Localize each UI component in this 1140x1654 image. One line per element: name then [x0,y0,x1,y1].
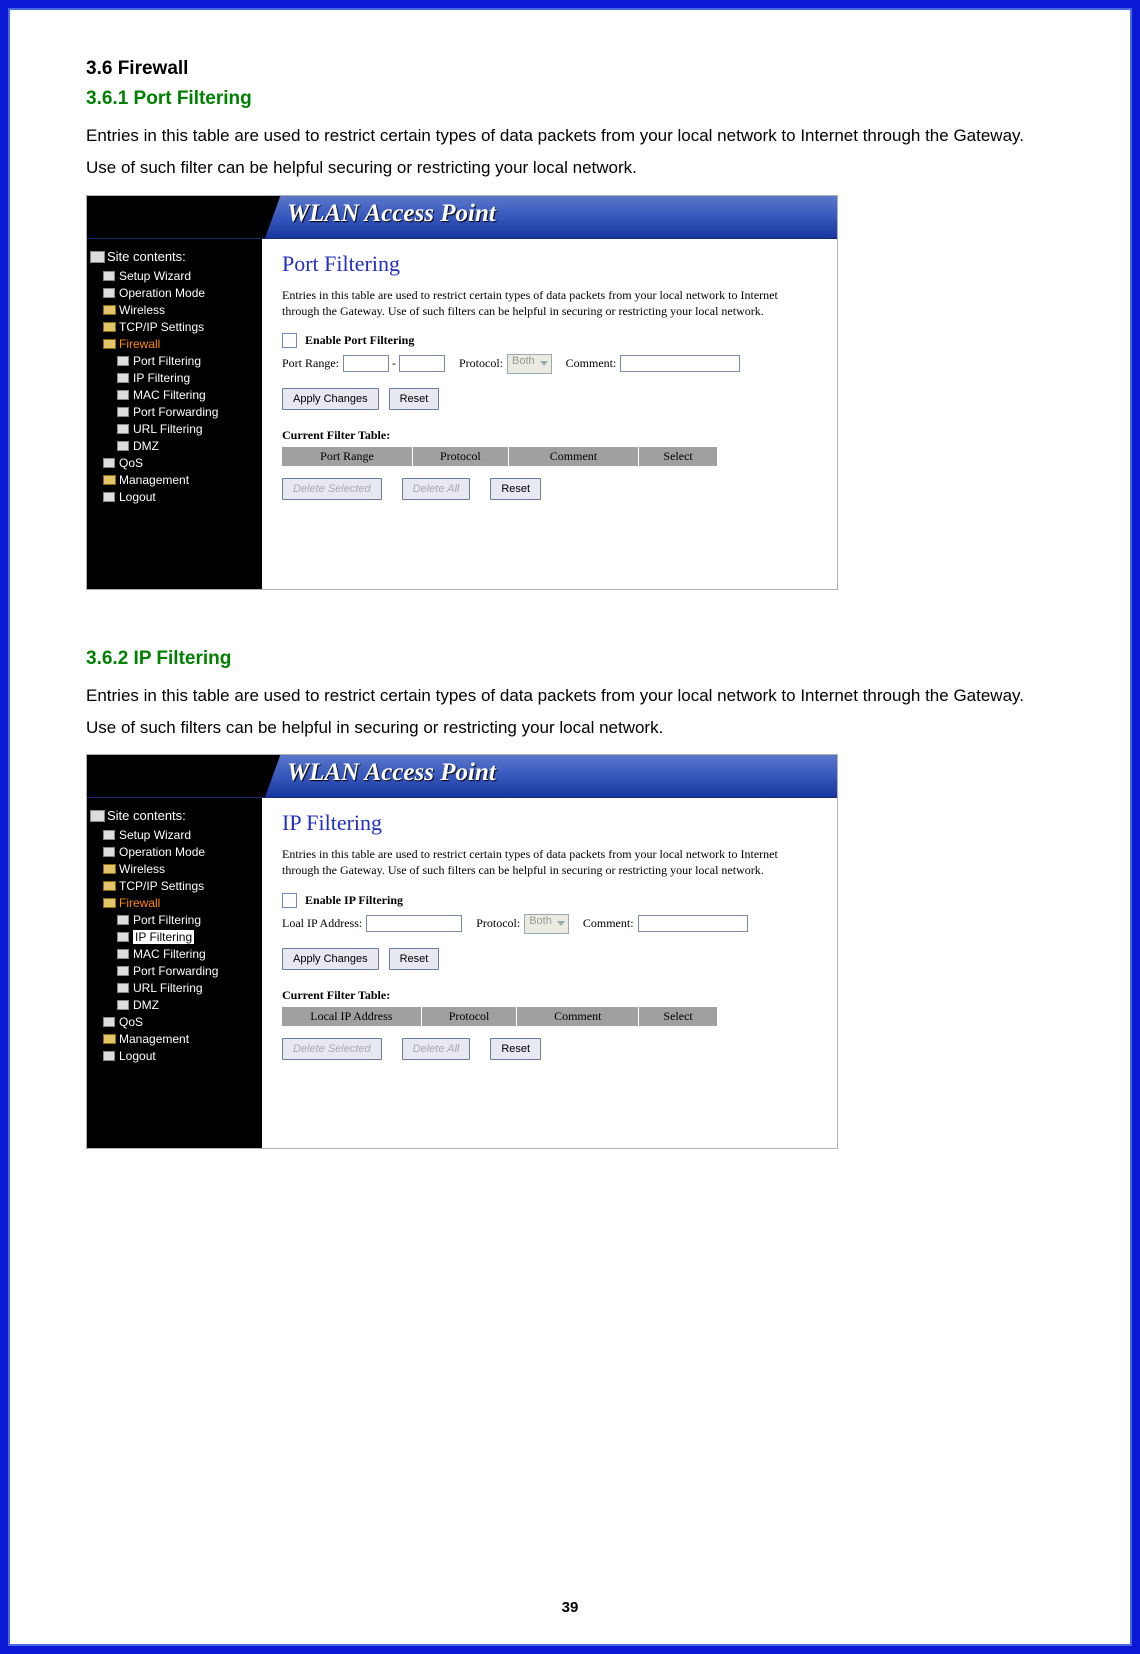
protocol-label: Protocol: [459,356,503,371]
th-comment: Comment [517,1007,639,1026]
reset-table-button[interactable]: Reset [490,1038,541,1060]
doc-heading-2-ip-filtering: 3.6.2 IP Filtering [86,648,1054,670]
protocol-select[interactable]: Both [507,354,552,374]
sidebar-sub-ip-filtering[interactable]: IP Filtering [91,370,258,387]
port-range-label: Port Range: [282,356,339,371]
sidebar-sub-mac-filtering[interactable]: MAC Filtering [91,946,258,963]
filter-table: Port Range Protocol Comment Select [282,447,717,466]
comment-input[interactable] [638,915,748,932]
delete-selected-button[interactable]: Delete Selected [282,478,382,500]
page-title: IP Filtering [282,810,819,836]
protocol-select[interactable]: Both [524,914,569,934]
enable-ip-filtering-label: Enable IP Filtering [305,893,403,908]
delete-selected-button[interactable]: Delete Selected [282,1038,382,1060]
app-banner: WLAN Access Point [87,755,837,798]
reset-button[interactable]: Reset [389,948,440,970]
sidebar: Site contents: Setup Wizard Operation Mo… [87,239,262,589]
reset-table-button[interactable]: Reset [490,478,541,500]
delete-all-button[interactable]: Delete All [402,478,471,500]
sidebar-item-qos[interactable]: QoS [91,1014,258,1031]
th-local-ip: Local IP Address [282,1007,421,1026]
sidebar-item-management[interactable]: Management [91,472,258,489]
th-select: Select [639,1007,717,1026]
screenshot-ip-filtering: WLAN Access Point Site contents: Setup W… [86,754,838,1149]
sidebar-item-firewall[interactable]: Firewall [91,336,258,353]
local-ip-label: Loal IP Address: [282,916,362,931]
th-protocol: Protocol [421,1007,517,1026]
reset-button[interactable]: Reset [389,388,440,410]
page-intro: Entries in this table are used to restri… [282,287,782,319]
app-banner: WLAN Access Point [87,196,837,239]
filter-table-caption: Current Filter Table: [282,428,819,443]
sidebar-item-tcpip[interactable]: TCP/IP Settings [91,878,258,895]
sidebar-sub-dmz[interactable]: DMZ [91,438,258,455]
sidebar-header: Site contents: [91,249,258,264]
sidebar-sub-ip-filtering[interactable]: IP Filtering [91,929,258,946]
apply-changes-button[interactable]: Apply Changes [282,948,379,970]
comment-label: Comment: [583,916,634,931]
sidebar-item-setup-wizard[interactable]: Setup Wizard [91,268,258,285]
doc-heading-2-port-filtering: 3.6.1 Port Filtering [86,88,1054,110]
sidebar-sub-port-filtering[interactable]: Port Filtering [91,353,258,370]
th-select: Select [639,447,717,466]
sidebar-item-wireless[interactable]: Wireless [91,302,258,319]
sidebar-sub-port-filtering[interactable]: Port Filtering [91,912,258,929]
th-port-range: Port Range [282,447,413,466]
sidebar-item-setup-wizard[interactable]: Setup Wizard [91,827,258,844]
local-ip-input[interactable] [366,915,462,932]
th-protocol: Protocol [413,447,509,466]
sidebar: Site contents: Setup Wizard Operation Mo… [87,798,262,1148]
th-comment: Comment [508,447,639,466]
sidebar-header: Site contents: [91,808,258,823]
sidebar-item-logout[interactable]: Logout [91,1048,258,1065]
content-pane: IP Filtering Entries in this table are u… [262,798,837,1148]
page-intro: Entries in this table are used to restri… [282,846,782,878]
enable-port-filtering-label: Enable Port Filtering [305,333,414,348]
sidebar-sub-port-forwarding[interactable]: Port Forwarding [91,404,258,421]
doc-paragraph-port-filtering: Entries in this table are used to restri… [86,120,1054,185]
sidebar-item-operation-mode[interactable]: Operation Mode [91,844,258,861]
sidebar-sub-dmz[interactable]: DMZ [91,997,258,1014]
apply-changes-button[interactable]: Apply Changes [282,388,379,410]
port-range-to-input[interactable] [399,355,445,372]
enable-port-filtering-checkbox[interactable] [282,333,297,348]
page-number: 39 [8,1599,1132,1616]
protocol-label: Protocol: [476,916,520,931]
sidebar-item-firewall[interactable]: Firewall [91,895,258,912]
sidebar-sub-port-forwarding[interactable]: Port Forwarding [91,963,258,980]
sidebar-item-operation-mode[interactable]: Operation Mode [91,285,258,302]
screenshot-port-filtering: WLAN Access Point Site contents: Setup W… [86,195,838,590]
sidebar-item-qos[interactable]: QoS [91,455,258,472]
filter-table-caption: Current Filter Table: [282,988,819,1003]
doc-heading-1: 3.6 Firewall [86,58,1054,80]
app-banner-title: WLAN Access Point [287,759,496,787]
sidebar-item-tcpip[interactable]: TCP/IP Settings [91,319,258,336]
comment-input[interactable] [620,355,740,372]
sidebar-item-management[interactable]: Management [91,1031,258,1048]
sidebar-sub-url-filtering[interactable]: URL Filtering [91,421,258,438]
delete-all-button[interactable]: Delete All [402,1038,471,1060]
content-pane: Port Filtering Entries in this table are… [262,239,837,589]
sidebar-item-logout[interactable]: Logout [91,489,258,506]
enable-ip-filtering-checkbox[interactable] [282,893,297,908]
sidebar-item-wireless[interactable]: Wireless [91,861,258,878]
app-banner-title: WLAN Access Point [287,200,496,228]
sidebar-sub-mac-filtering[interactable]: MAC Filtering [91,387,258,404]
doc-paragraph-ip-filtering: Entries in this table are used to restri… [86,680,1054,745]
comment-label: Comment: [566,356,617,371]
port-range-from-input[interactable] [343,355,389,372]
page-title: Port Filtering [282,251,819,277]
sidebar-sub-url-filtering[interactable]: URL Filtering [91,980,258,997]
filter-table: Local IP Address Protocol Comment Select [282,1007,717,1026]
